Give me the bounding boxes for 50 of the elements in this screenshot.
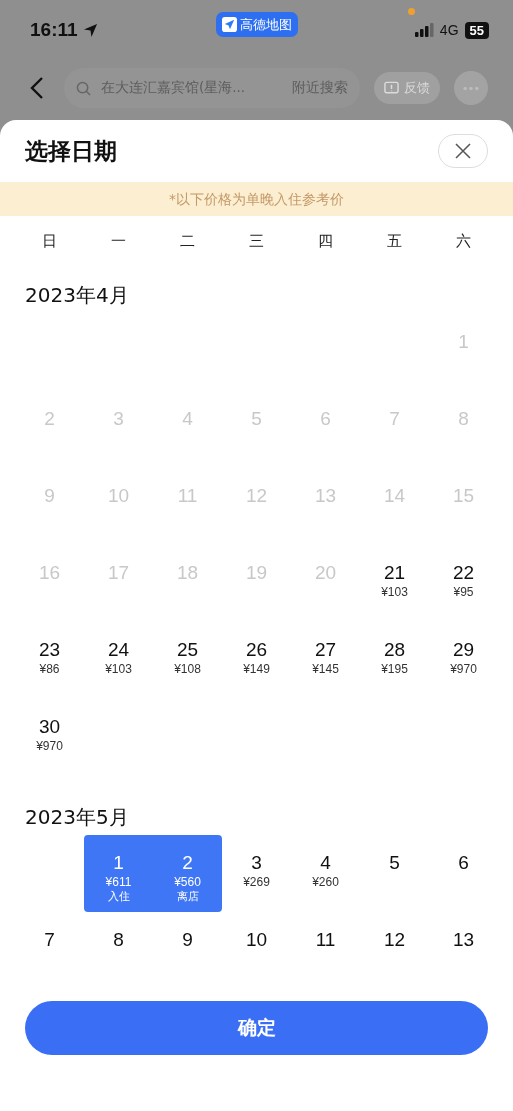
calendar-day[interactable]: 12 bbox=[360, 912, 429, 989]
calendar-day[interactable]: 5 bbox=[360, 835, 429, 912]
more-icon bbox=[462, 85, 480, 91]
calendar-day[interactable]: 27 ¥145 bbox=[291, 622, 360, 699]
calendar-day[interactable]: 7 bbox=[15, 912, 84, 989]
calendar-day[interactable]: 22 ¥95 bbox=[429, 545, 498, 622]
privacy-dot bbox=[408, 8, 415, 15]
calendar-day[interactable]: 23 ¥86 bbox=[15, 622, 84, 699]
calendar-day[interactable]: 3 ¥269 bbox=[222, 835, 291, 912]
more-button[interactable] bbox=[454, 71, 488, 105]
weekday-label: 日 bbox=[41, 231, 58, 251]
calendar-day[interactable]: 13 bbox=[429, 912, 498, 989]
signal-icon bbox=[414, 23, 435, 37]
calendar-day[interactable]: 24 ¥103 bbox=[84, 622, 153, 699]
calendar-day[interactable]: 1 ¥611 入住 bbox=[84, 835, 153, 912]
calendar-day[interactable]: 9 bbox=[153, 912, 222, 989]
weekday-label: 一 bbox=[110, 231, 127, 251]
calendar-day[interactable]: 25 ¥108 bbox=[153, 622, 222, 699]
calendar-day[interactable]: 30 ¥970 bbox=[15, 699, 84, 776]
month-title: 2023年5月 bbox=[25, 805, 129, 829]
calendar-day[interactable]: 2 ¥560 离店 bbox=[153, 835, 222, 912]
weekday-label: 三 bbox=[248, 231, 265, 251]
location-arrow-icon bbox=[82, 22, 98, 38]
feedback-icon bbox=[384, 80, 399, 96]
price-notice: *以下价格为单晚入住参考价 bbox=[0, 182, 513, 216]
calendar-day[interactable]: 8 bbox=[84, 912, 153, 989]
calendar-day[interactable]: 29 ¥970 bbox=[429, 622, 498, 699]
confirm-button[interactable]: 确定 bbox=[25, 1001, 488, 1055]
weekday-label: 五 bbox=[386, 231, 403, 251]
clock-time: 16:11 bbox=[30, 19, 78, 41]
calendar-day[interactable]: 26 ¥149 bbox=[222, 622, 291, 699]
weekday-label: 四 bbox=[317, 231, 334, 251]
app-badge[interactable]: 高德地图 bbox=[216, 12, 298, 37]
weekday-label: 六 bbox=[455, 231, 472, 251]
search-icon bbox=[76, 80, 91, 96]
calendar-day[interactable]: 6 bbox=[429, 835, 498, 912]
back-icon[interactable] bbox=[30, 76, 44, 100]
network-label: 4G bbox=[439, 22, 459, 38]
calendar-day[interactable]: 10 bbox=[222, 912, 291, 989]
sheet-title: 选择日期 bbox=[25, 136, 117, 166]
month-title: 2023年4月 bbox=[25, 283, 129, 307]
paper-plane-icon bbox=[222, 17, 237, 32]
calendar-day[interactable]: 4 ¥260 bbox=[291, 835, 360, 912]
weekday-label: 二 bbox=[179, 231, 196, 251]
calendar-day[interactable]: 11 bbox=[291, 912, 360, 989]
battery-level: 55 bbox=[464, 21, 489, 39]
close-button[interactable] bbox=[438, 134, 488, 168]
calendar-day[interactable]: 28 ¥195 bbox=[360, 622, 429, 699]
close-icon bbox=[455, 143, 471, 159]
calendar-day[interactable]: 21 ¥103 bbox=[360, 545, 429, 622]
